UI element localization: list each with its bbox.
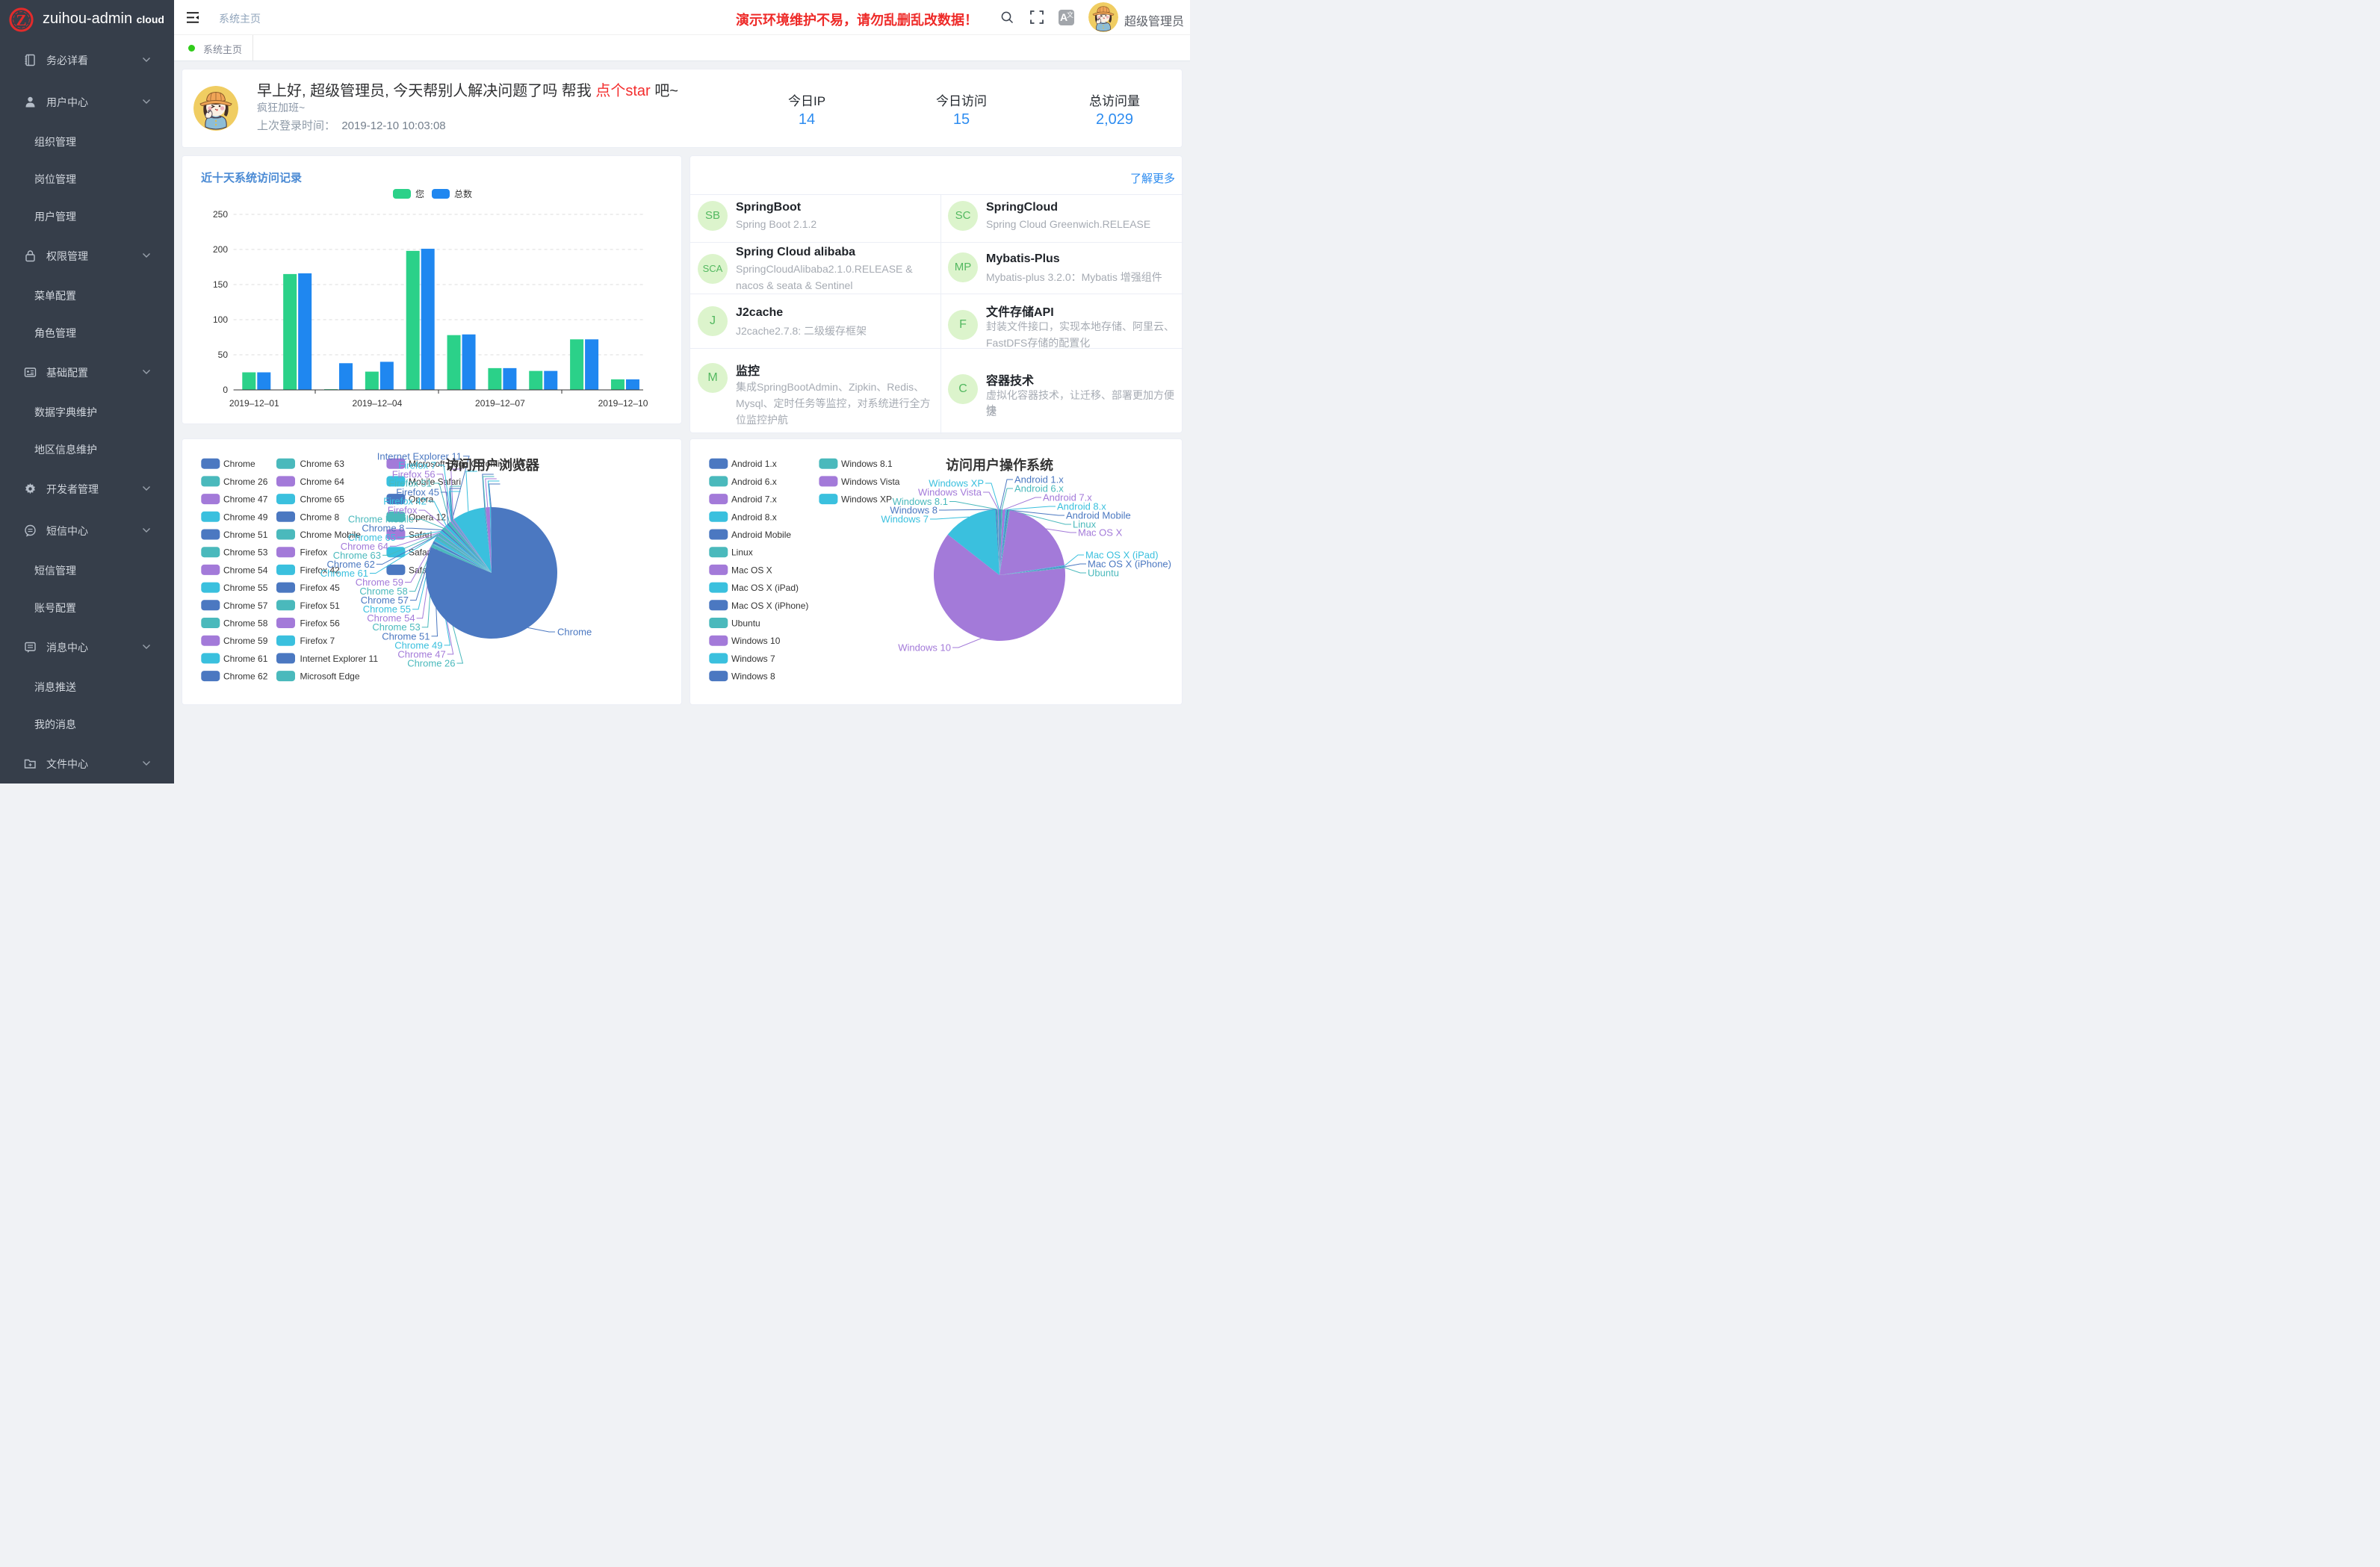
svg-text:Firefox: Firefox [300, 547, 328, 558]
svg-text:Internet Explorer 11: Internet Explorer 11 [300, 654, 379, 664]
svg-text:50: 50 [218, 350, 229, 360]
svg-text:Firefox 7: Firefox 7 [300, 636, 335, 646]
svg-text:Chrome 47: Chrome 47 [223, 494, 268, 505]
svg-text:Ubuntu: Ubuntu [1088, 568, 1119, 579]
svg-text:Windows 10: Windows 10 [898, 642, 951, 654]
svg-text:Android 8.x: Android 8.x [731, 512, 777, 522]
svg-text:Firefox 51: Firefox 51 [300, 601, 341, 611]
svg-text:Chrome 61: Chrome 61 [223, 654, 268, 664]
svg-text:Android Mobile: Android Mobile [731, 530, 791, 540]
svg-text:Chrome 63: Chrome 63 [300, 459, 345, 469]
svg-text:Android 6.x: Android 6.x [731, 477, 777, 487]
svg-text:Firefox 45: Firefox 45 [300, 583, 341, 593]
svg-text:Mac OS X (iPhone): Mac OS X (iPhone) [731, 601, 808, 611]
svg-text:Chrome: Chrome [557, 627, 592, 638]
svg-text:Chrome 54: Chrome 54 [223, 565, 268, 575]
svg-text:Chrome 58: Chrome 58 [223, 618, 268, 629]
svg-text:Chrome 8: Chrome 8 [300, 512, 340, 522]
svg-text:Chrome 59: Chrome 59 [223, 636, 268, 646]
svg-text:Windows 8: Windows 8 [731, 671, 775, 682]
svg-text:Ubuntu: Ubuntu [731, 618, 760, 629]
svg-text:Android 1.x: Android 1.x [731, 459, 777, 469]
svg-text:Mac OS X: Mac OS X [1078, 527, 1123, 539]
svg-text:Chrome 62: Chrome 62 [223, 671, 268, 682]
svg-text:150: 150 [213, 279, 228, 290]
svg-text:总数: 总数 [454, 188, 472, 199]
svg-text:2019–12–01: 2019–12–01 [229, 398, 279, 409]
svg-text:0: 0 [223, 385, 228, 395]
svg-text:Android 7.x: Android 7.x [731, 494, 777, 505]
svg-text:Z: Z [16, 11, 26, 29]
svg-text:250: 250 [213, 209, 228, 220]
svg-text:Chrome 55: Chrome 55 [223, 583, 268, 593]
svg-text:Chrome 53: Chrome 53 [223, 547, 268, 558]
svg-text:Chrome 64: Chrome 64 [300, 477, 345, 487]
svg-text:Windows 8.1: Windows 8.1 [841, 459, 893, 469]
svg-text:Mac OS X: Mac OS X [731, 565, 772, 575]
svg-text:Firefox 56: Firefox 56 [300, 618, 341, 629]
svg-text:Chrome 49: Chrome 49 [223, 512, 268, 522]
svg-text:2019–12–10: 2019–12–10 [598, 398, 648, 409]
svg-text:Microsoft Edge: Microsoft Edge [300, 671, 360, 682]
svg-text:Chrome: Chrome [223, 459, 255, 469]
svg-text:访问用户操作系统: 访问用户操作系统 [946, 457, 1053, 473]
svg-text:您: 您 [415, 188, 424, 199]
svg-text:200: 200 [213, 244, 228, 255]
svg-text:Chrome 26: Chrome 26 [223, 477, 268, 487]
svg-text:Windows 7: Windows 7 [731, 654, 775, 664]
svg-text:Mac OS X (iPad): Mac OS X (iPad) [731, 583, 799, 593]
svg-text:Windows 10: Windows 10 [731, 636, 781, 646]
svg-text:Chrome 65: Chrome 65 [300, 494, 345, 505]
svg-text:近十天系统访问记录: 近十天系统访问记录 [201, 171, 302, 184]
svg-text:Chrome 26: Chrome 26 [407, 658, 455, 669]
svg-text:100: 100 [213, 314, 228, 325]
svg-text:Chrome 57: Chrome 57 [223, 601, 268, 611]
svg-text:访问用户浏览器: 访问用户浏览器 [445, 457, 540, 473]
svg-text:2019–12–07: 2019–12–07 [475, 398, 525, 409]
svg-text:Linux: Linux [731, 547, 753, 558]
svg-text:Windows Vista: Windows Vista [841, 477, 900, 487]
svg-text:2019–12–04: 2019–12–04 [353, 398, 403, 409]
svg-text:Windows XP: Windows XP [841, 494, 892, 505]
svg-text:Chrome 51: Chrome 51 [223, 530, 268, 540]
svg-text:Windows 7: Windows 7 [881, 514, 929, 525]
